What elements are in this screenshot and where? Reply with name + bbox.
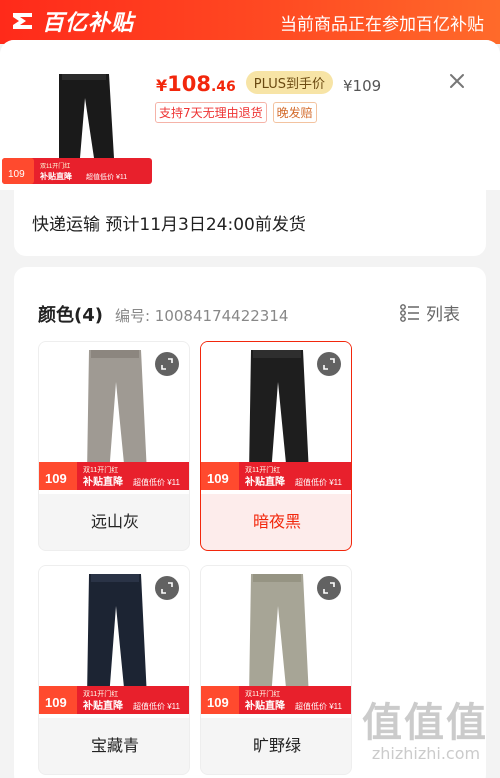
subsidy-logo-icon (13, 13, 32, 29)
color-option-navy[interactable]: 109 双11开门红 补贴直降 超值低价 ¥11 宝藏青 (38, 565, 190, 775)
product-code: 编号: 10084174422314 (114, 307, 289, 325)
svg-text:109: 109 (207, 471, 229, 486)
product-summary: 109 双11开门红 补贴直降 超值低价 ¥11 ¥108.46 PLUS到手价… (0, 40, 500, 190)
svg-text:超值低价 ¥11: 超值低价 ¥11 (133, 701, 181, 711)
price-integer: 108 (167, 72, 211, 96)
close-button[interactable] (446, 70, 468, 92)
plus-price-badge: PLUS到手价 (245, 71, 333, 94)
svg-text:双11开门红: 双11开门红 (245, 689, 280, 698)
subsidy-note: 当前商品正在参加百亿补贴 (280, 15, 484, 35)
current-price: ¥108.46 (156, 72, 236, 96)
promo-banner: 109 双11开门红 补贴直降 超值低价 ¥11 (201, 686, 351, 714)
expand-icon[interactable] (317, 576, 341, 600)
svg-text:超值低价 ¥11: 超值低价 ¥11 (133, 477, 181, 487)
shipping-info: 快递运输 预计11月3日24:00前发货 (14, 190, 486, 256)
promo-line2: 补贴直降 (39, 171, 73, 181)
color-label: 暗夜黑 (252, 512, 301, 531)
svg-text:109: 109 (45, 695, 67, 710)
promo-line1: 双11开门红 (40, 162, 70, 170)
list-icon (400, 303, 419, 322)
late-delivery-tag: 晚发赔 (272, 102, 317, 123)
expand-icon[interactable] (155, 352, 179, 376)
promo-banner-thumb: 109 双11开门红 补贴直降 超值低价 ¥11 (2, 158, 152, 184)
price-row: ¥108.46 PLUS到手价 ¥109 (156, 71, 382, 97)
shipping-text: 快递运输 预计11月3日24:00前发货 (32, 215, 306, 235)
svg-text:109: 109 (207, 695, 229, 710)
return-policy-tag: 支持7天无理由退货 (155, 102, 267, 123)
expand-icon[interactable] (155, 576, 179, 600)
product-thumbnail[interactable]: 109 双11开门红 补贴直降 超值低价 ¥11 (2, 68, 152, 184)
price-symbol: ¥ (156, 76, 168, 95)
svg-text:双11开门红: 双11开门红 (83, 689, 118, 698)
list-view-toggle[interactable]: 列表 (400, 300, 460, 325)
watermark-url: zhizhizhi.com (371, 744, 481, 763)
color-label: 宝藏青 (90, 736, 139, 755)
svg-text:双11开门红: 双11开门红 (83, 465, 118, 474)
color-label: 旷野绿 (252, 736, 301, 755)
promo-banner: 109 双11开门红 补贴直降 超值低价 ¥11 (39, 462, 189, 490)
svg-text:双11开门红: 双11开门红 (245, 465, 280, 474)
list-label: 列表 (426, 305, 460, 325)
brand: 百亿补贴 (10, 5, 134, 37)
color-header: 颜色(4) 编号: 10084174422314 (38, 301, 288, 327)
color-option-green[interactable]: 109 双11开门红 补贴直降 超值低价 ¥11 旷野绿 (200, 565, 352, 775)
color-label: 远山灰 (90, 512, 139, 531)
svg-text:超值低价 ¥11: 超值低价 ¥11 (295, 701, 343, 711)
color-option-grey[interactable]: 109 双11开门红 补贴直降 超值低价 ¥11 远山灰 (38, 341, 190, 551)
promo-line3: 超值低价 ¥11 (86, 172, 127, 181)
svg-text:109: 109 (45, 471, 67, 486)
color-title: 颜色(4) (38, 305, 103, 326)
promo-banner: 109 双11开门红 补贴直降 超值低价 ¥11 (201, 462, 351, 490)
close-icon (450, 74, 464, 88)
service-tags: 支持7天无理由退货 晚发赔 (155, 102, 317, 123)
svg-text:补贴直降: 补贴直降 (82, 699, 124, 712)
color-option-black[interactable]: 109 双11开门红 补贴直降 超值低价 ¥11 暗夜黑 (200, 341, 352, 551)
svg-text:补贴直降: 补贴直降 (244, 475, 286, 488)
top-banner: 百亿补贴 当前商品正在参加百亿补贴 (0, 0, 500, 44)
promo-banner: 109 双11开门红 补贴直降 超值低价 ¥11 (39, 686, 189, 714)
svg-text:超值低价 ¥11: 超值低价 ¥11 (295, 477, 343, 487)
site-watermark: 值值值 zhizhizhi.com (362, 690, 490, 763)
original-price: ¥109 (343, 77, 382, 95)
expand-icon[interactable] (317, 352, 341, 376)
brand-text: 百亿补贴 (42, 11, 135, 36)
promo-price: 109 (8, 169, 25, 180)
price-decimal: .46 (210, 79, 236, 95)
watermark-glyphs: 值值值 (362, 700, 488, 746)
sku-sheet: 109 双11开门红 补贴直降 超值低价 ¥11 ¥108.46 PLUS到手价… (0, 40, 500, 778)
svg-text:补贴直降: 补贴直降 (244, 699, 286, 712)
svg-text:补贴直降: 补贴直降 (82, 475, 124, 488)
